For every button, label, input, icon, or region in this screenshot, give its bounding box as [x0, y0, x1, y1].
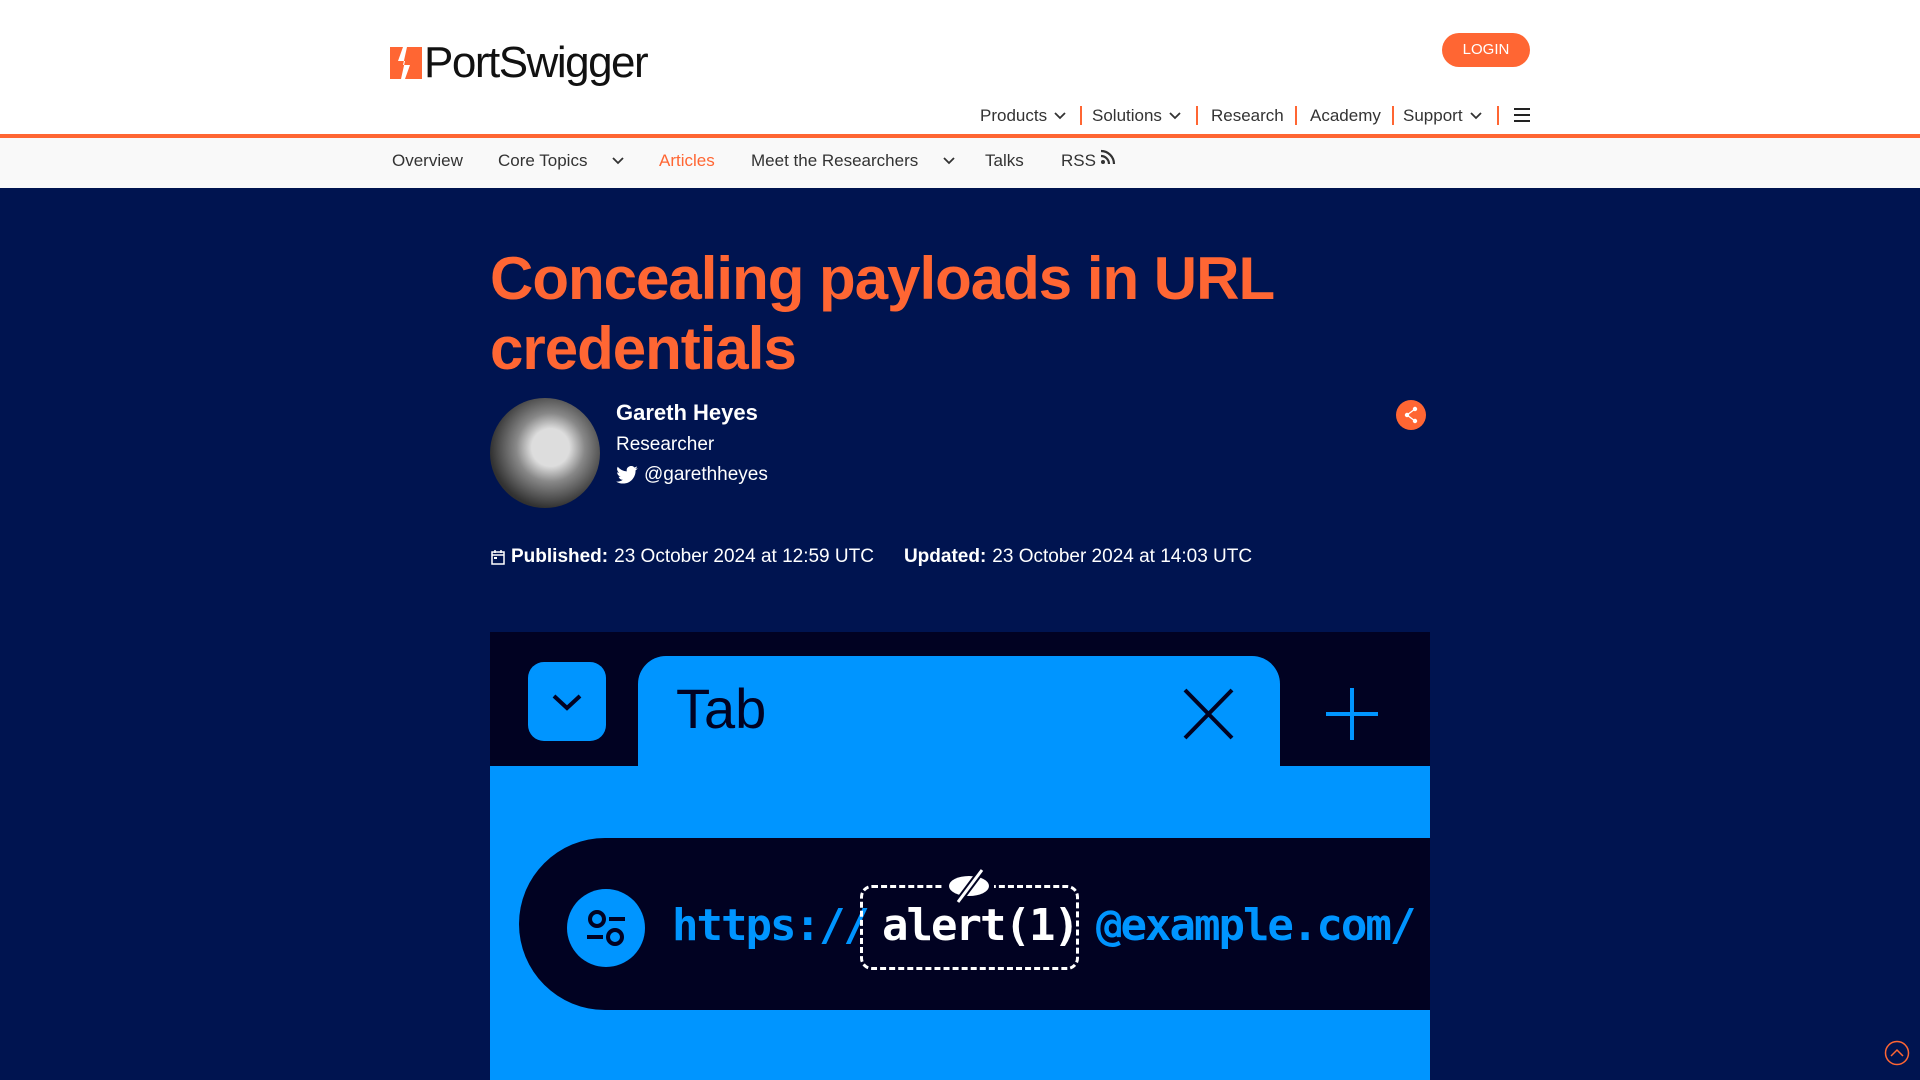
nav-label: Support	[1403, 106, 1463, 125]
nav-research[interactable]: Research	[1211, 106, 1284, 126]
published-date: 23 October 2024 at 12:59 UTC	[614, 546, 874, 567]
login-button[interactable]: LOGIN	[1442, 33, 1530, 67]
chevron-down-icon	[552, 694, 582, 711]
article-dates: Published: 23 October 2024 at 12:59 UTC …	[491, 546, 1252, 568]
chevron-down-icon	[612, 157, 625, 165]
article-title: Concealing payloads in URL credentials	[490, 245, 1274, 382]
nav-separator	[1295, 106, 1297, 125]
logo-text: PortSwigger	[424, 38, 649, 87]
subnav-label: RSS	[1061, 151, 1096, 170]
nav-separator	[1196, 106, 1198, 125]
image-dropdown-box	[528, 662, 606, 741]
author-role: Researcher	[616, 434, 715, 455]
chevron-down-icon	[1169, 112, 1181, 120]
image-tab-label: Tab	[676, 677, 767, 740]
author-name[interactable]: Gareth Heyes	[616, 400, 758, 426]
subnav-label: Articles	[659, 151, 715, 170]
nav-separator	[1497, 106, 1499, 125]
subnav-core-topics[interactable]: Core Topics	[498, 151, 625, 171]
published-label: Published:	[511, 546, 609, 567]
eye-slash-icon	[944, 868, 994, 904]
subnav-label: Talks	[985, 151, 1024, 170]
chevron-down-icon	[1469, 112, 1482, 120]
subnav-overview[interactable]: Overview	[392, 151, 463, 171]
updated-label: Updated:	[903, 546, 987, 567]
subnav-articles[interactable]: Articles	[659, 151, 715, 171]
share-icon	[1404, 406, 1418, 424]
chevron-down-icon	[1054, 112, 1066, 120]
nav-label: Academy	[1310, 106, 1381, 125]
scroll-to-top-icon[interactable]	[1884, 1040, 1910, 1066]
updated-date: 23 October 2024 at 14:03 UTC	[992, 546, 1253, 567]
calendar-icon	[491, 550, 505, 565]
hero-image: Tab https:// alert(1) @example.com/	[490, 632, 1430, 1080]
rss-icon	[1100, 149, 1116, 165]
nav-label: Products	[980, 106, 1048, 125]
nav-label: Research	[1211, 106, 1284, 125]
hamburger-menu-icon[interactable]	[1514, 108, 1530, 122]
image-settings-circle	[567, 889, 645, 967]
close-icon	[1183, 688, 1234, 740]
twitter-handle: @garethheyes	[644, 464, 768, 485]
nav-products[interactable]: Products	[980, 106, 1067, 126]
twitter-icon	[616, 466, 638, 484]
subnav-label: Core Topics	[498, 151, 588, 170]
chevron-down-icon	[943, 157, 955, 165]
plus-icon	[1326, 688, 1378, 740]
subnav-meet-the-researchers[interactable]: Meet the Researchers	[751, 151, 956, 171]
image-url-payload: alert(1)	[882, 900, 1080, 951]
subnav-label: Meet the Researchers	[751, 151, 919, 170]
sliders-icon	[587, 910, 625, 946]
nav-label: Solutions	[1092, 106, 1162, 125]
subnav-talks[interactable]: Talks	[985, 151, 1024, 171]
portswigger-logo[interactable]	[390, 47, 422, 84]
share-button[interactable]	[1396, 400, 1426, 430]
image-url-scheme: https://	[672, 900, 870, 951]
image-url-host: @example.com/	[1096, 900, 1416, 951]
logo-icon	[390, 47, 422, 79]
author-avatar	[490, 398, 600, 508]
sub-navigation	[0, 138, 1920, 188]
nav-support[interactable]: Support	[1403, 106, 1483, 126]
nav-separator	[1080, 106, 1082, 125]
nav-separator	[1392, 106, 1394, 125]
site-header	[0, 0, 1920, 134]
author-twitter-link[interactable]: @garethheyes	[616, 464, 768, 486]
nav-academy[interactable]: Academy	[1310, 106, 1381, 126]
nav-solutions[interactable]: Solutions	[1092, 106, 1182, 126]
subnav-label: Overview	[392, 151, 463, 170]
subnav-rss[interactable]: RSS	[1061, 149, 1116, 171]
